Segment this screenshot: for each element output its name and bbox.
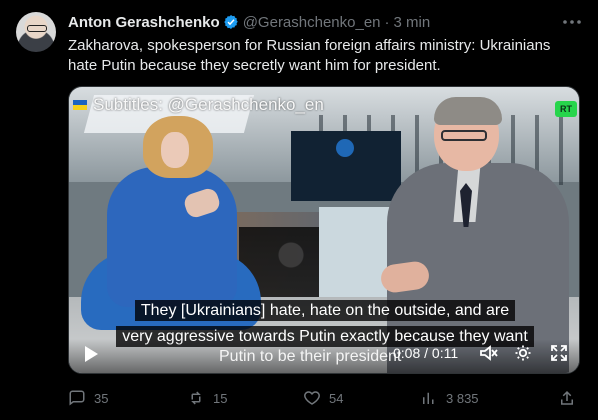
video-player[interactable]: RT Subtitles: @Gerashchenko_en They [Ukr… bbox=[68, 86, 580, 374]
tweet-time[interactable]: 3 min bbox=[394, 14, 431, 31]
subtitles-watermark: Subtitles: @Gerashchenko_en bbox=[73, 95, 324, 115]
like-icon[interactable] bbox=[303, 389, 321, 407]
share-icon[interactable] bbox=[558, 388, 576, 408]
subtitle-line-1: They [Ukrainians] hate, hate on the outs… bbox=[69, 299, 579, 323]
settings-icon[interactable] bbox=[513, 343, 533, 363]
tweet-header: Anton Gerashchenko @Gerashchenko_en · 3 … bbox=[68, 13, 430, 31]
like-action[interactable]: 54 bbox=[303, 388, 343, 408]
verified-badge-icon bbox=[223, 15, 238, 29]
video-time: 0:08 / 0:11 bbox=[393, 345, 459, 361]
view-count: 3 835 bbox=[446, 390, 479, 406]
author-avatar[interactable] bbox=[16, 12, 56, 52]
reply-icon[interactable] bbox=[68, 389, 86, 407]
author-handle[interactable]: @Gerashchenko_en bbox=[243, 14, 381, 31]
tweet-text: Zakharova, spokesperson for Russian fore… bbox=[68, 37, 551, 74]
play-icon[interactable] bbox=[81, 344, 101, 364]
retweet-count: 15 bbox=[213, 390, 228, 406]
meta-separator: · bbox=[384, 13, 390, 31]
retweet-icon[interactable] bbox=[187, 389, 205, 407]
views-icon[interactable] bbox=[420, 389, 438, 407]
fullscreen-icon[interactable] bbox=[549, 343, 569, 363]
views-action[interactable]: 3 835 bbox=[420, 388, 479, 408]
mute-icon[interactable] bbox=[478, 343, 498, 363]
retweet-action[interactable]: 15 bbox=[187, 388, 227, 408]
subtitle-line-3: Putin to be their president bbox=[219, 348, 402, 365]
more-options-icon[interactable] bbox=[560, 12, 584, 32]
like-count: 54 bbox=[329, 390, 344, 406]
watermark-text: Subtitles: @Gerashchenko_en bbox=[93, 95, 324, 114]
tweet-actions: 35 15 54 3 835 bbox=[68, 388, 583, 408]
rt-logo: RT bbox=[555, 101, 577, 117]
reply-count: 35 bbox=[94, 390, 109, 406]
reply-action[interactable]: 35 bbox=[68, 388, 108, 408]
ukraine-flag-icon bbox=[73, 100, 87, 110]
author-name[interactable]: Anton Gerashchenko bbox=[68, 14, 220, 31]
